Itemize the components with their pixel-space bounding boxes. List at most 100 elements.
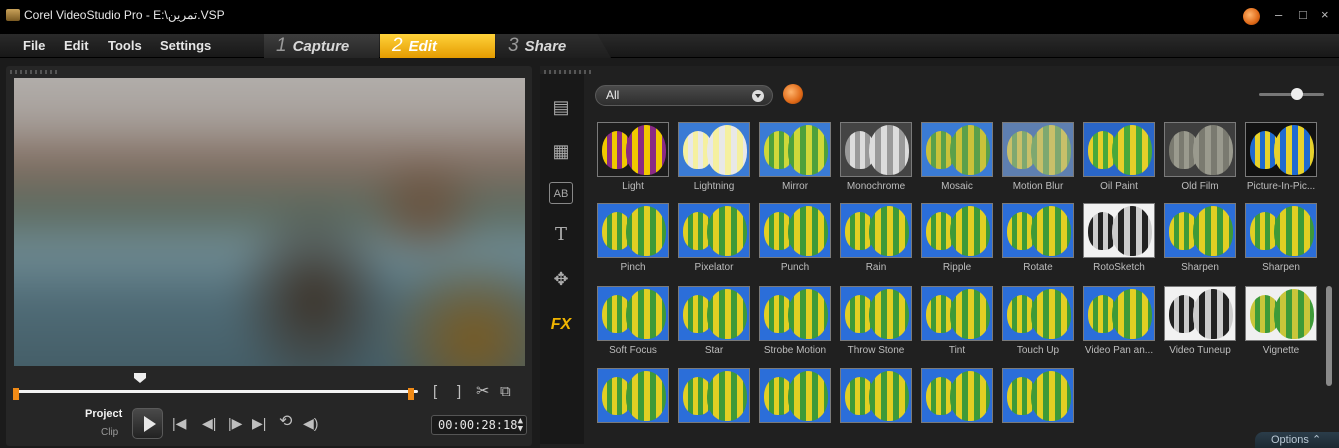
filter-thumbnail[interactable] (678, 203, 750, 258)
filter-label: Sharpen (1262, 262, 1300, 273)
repeat-icon[interactable]: ⟲ (279, 414, 292, 430)
go-to-end-icon[interactable]: ▶| (252, 415, 266, 431)
close-button[interactable]: × (1321, 8, 1329, 22)
play-button[interactable] (132, 408, 163, 439)
menu-settings[interactable]: Settings (160, 38, 211, 53)
scissors-icon[interactable]: ✂ (476, 384, 489, 400)
filter-thumbnail[interactable] (1002, 203, 1074, 258)
fx-icon[interactable]: FX (549, 314, 573, 336)
filter-label: Pinch (620, 262, 646, 273)
step-number: 1 (276, 35, 287, 56)
graphic-icon[interactable]: ✥ (549, 268, 573, 290)
previous-frame-icon[interactable]: ◀| (202, 415, 216, 431)
trim-start-marker[interactable] (13, 388, 19, 400)
thumbnail-size-handle[interactable] (1291, 88, 1303, 100)
mark-in-button[interactable]: [ (433, 384, 437, 400)
filter-thumbnail[interactable] (1083, 122, 1155, 177)
filter-thumbnail[interactable] (921, 286, 993, 341)
filter-thumbnail[interactable] (1083, 203, 1155, 258)
balloon-image (707, 125, 747, 175)
filter-thumbnail[interactable] (921, 122, 993, 177)
filter-label: Sharpen (1181, 262, 1219, 273)
filter-label: Throw Stone (847, 345, 905, 356)
options-button[interactable]: Options ⌃ (1255, 432, 1339, 448)
menu-tools[interactable]: Tools (108, 38, 142, 53)
balloon-image (869, 206, 909, 256)
library-category-bar: ▤ ▦ AB T ✥ FX (540, 74, 584, 444)
filter-thumbnail[interactable] (921, 368, 993, 423)
next-frame-icon[interactable]: |▶ (228, 415, 242, 431)
tab-share[interactable]: 3 Share (496, 34, 611, 58)
filter-thumbnail[interactable] (759, 203, 831, 258)
filter-thumbnail[interactable] (1002, 286, 1074, 341)
library-manager-icon[interactable] (783, 84, 803, 104)
tab-edit[interactable]: 2 Edit (380, 34, 495, 58)
help-icon[interactable] (1243, 8, 1260, 25)
filter-thumbnail[interactable] (1002, 368, 1074, 423)
trim-end-marker[interactable] (408, 388, 414, 400)
filter-label: Oil Paint (1100, 181, 1138, 192)
volume-icon[interactable]: ◀) (303, 415, 318, 431)
mode-project[interactable]: Project (85, 408, 122, 420)
filter-thumbnail[interactable] (597, 286, 669, 341)
filter-thumbnail[interactable] (840, 122, 912, 177)
restore-button[interactable]: □ (1299, 8, 1307, 22)
tab-capture[interactable]: 1 Capture (264, 34, 379, 58)
timecode-field[interactable]: 00:00:28:18 ▲ ▼ (431, 415, 527, 435)
go-to-start-icon[interactable]: |◀ (172, 415, 186, 431)
balloon-image (788, 289, 828, 339)
filter-thumbnail[interactable] (840, 286, 912, 341)
filter-thumbnail[interactable] (1245, 203, 1317, 258)
filter-thumbnail[interactable] (1245, 286, 1317, 341)
step-number: 3 (508, 35, 519, 56)
filter-thumbnail[interactable] (921, 203, 993, 258)
balloon-image (1112, 206, 1152, 256)
panel-grip[interactable] (10, 70, 60, 74)
library-filter-select[interactable]: All (595, 85, 773, 106)
title-ab-icon[interactable]: AB (549, 182, 573, 204)
balloon-image (788, 206, 828, 256)
transition-icon[interactable]: ▦ (549, 140, 573, 162)
filter-thumbnail[interactable] (1083, 286, 1155, 341)
filter-label: Vignette (1262, 345, 1300, 356)
text-t-icon[interactable]: T (549, 224, 573, 246)
balloon-image (1112, 289, 1152, 339)
library-scrollbar[interactable] (1326, 286, 1332, 386)
filter-thumbnail[interactable] (759, 368, 831, 423)
media-icon[interactable]: ▤ (549, 96, 573, 118)
filter-label: Punch (780, 262, 810, 273)
filter-thumbnail[interactable] (678, 286, 750, 341)
filter-thumbnail[interactable] (840, 368, 912, 423)
scrubber-track[interactable] (18, 390, 418, 393)
filter-thumbnail[interactable] (678, 122, 750, 177)
filter-label: RotoSketch (1093, 262, 1145, 273)
filter-thumbnail[interactable] (597, 203, 669, 258)
scrubber-handle[interactable] (134, 373, 146, 383)
filter-thumbnail[interactable] (1164, 203, 1236, 258)
mode-clip[interactable]: Clip (101, 427, 118, 438)
minimize-button[interactable]: – (1275, 8, 1282, 22)
balloon-image (869, 125, 909, 175)
filter-thumbnail[interactable] (597, 122, 669, 177)
mark-out-button[interactable]: ] (457, 384, 461, 400)
step-label: Capture (292, 38, 350, 55)
filter-thumbnail[interactable] (597, 368, 669, 423)
filter-thumbnail[interactable] (678, 368, 750, 423)
filter-thumbnail[interactable] (759, 286, 831, 341)
filter-thumbnail[interactable] (1164, 122, 1236, 177)
menu-edit[interactable]: Edit (64, 38, 89, 53)
filter-thumbnail[interactable] (1164, 286, 1236, 341)
enlarge-preview-icon[interactable]: ⧉ (500, 384, 511, 400)
balloon-image (869, 371, 909, 421)
balloon-image (788, 371, 828, 421)
filter-thumbnail[interactable] (1002, 122, 1074, 177)
library-panel: ▤ ▦ AB T ✥ FX All Light Lightning Mirror Mo… (540, 66, 1339, 448)
timecode-value: 00:00:28:18 (438, 418, 518, 432)
menu-file[interactable]: File (23, 38, 45, 53)
filter-thumbnail[interactable] (759, 122, 831, 177)
filter-thumbnail[interactable] (1245, 122, 1317, 177)
balloon-image (1031, 125, 1071, 175)
filter-thumbnail[interactable] (840, 203, 912, 258)
timecode-spinner-icon[interactable]: ▲ ▼ (518, 417, 523, 434)
balloon-image (869, 289, 909, 339)
